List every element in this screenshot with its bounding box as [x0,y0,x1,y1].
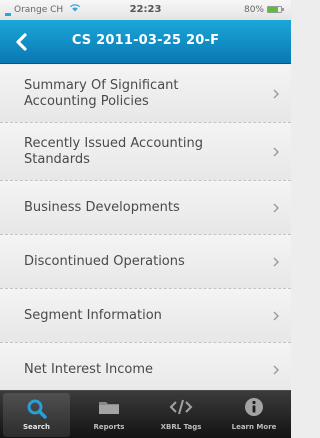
tab-reports[interactable]: Reports [73,391,145,438]
list-item-label: Discontinued Operations [24,253,185,269]
list-item-label: Net Interest Income [24,361,154,377]
chevron-right-icon [273,257,279,266]
tab-label: Search [22,423,51,431]
code-icon [169,399,193,415]
list-item[interactable]: Discontinued Operations [0,235,291,289]
tab-label: Reports [93,423,125,431]
list-item[interactable]: Net Interest Income [0,343,291,390]
battery-icon [267,6,284,13]
list-item-label: Recently Issued Accounting Standards [24,135,203,167]
list-item-label: Business Developments [24,199,180,215]
chevron-right-icon [273,147,279,156]
list-item[interactable]: Segment Information [0,289,291,343]
tab-learn-more[interactable]: Learn More [218,391,290,438]
status-bar: Orange CH 22:23 80% [0,0,291,20]
report-section-list: Summary Of Significant Accounting Polici… [0,65,291,390]
list-item[interactable]: Business Developments [0,181,291,235]
tab-label: XBRL Tags [160,423,202,431]
navigation-bar: CS 2011-03-25 20-F [0,20,291,64]
tab-search[interactable]: Search [3,393,70,437]
tab-bar: Search Reports XBRL Tags Learn More [0,390,291,438]
list-item-label: Summary Of Significant Accounting Polici… [24,77,179,109]
tab-label: Learn More [231,423,277,431]
list-item-label: Segment Information [24,307,162,323]
battery-percent: 80% [243,5,264,15]
chevron-right-icon [273,365,279,374]
tab-xbrl-tags[interactable]: XBRL Tags [145,391,217,438]
chevron-right-icon [273,311,279,320]
chevron-right-icon [273,203,279,212]
app-screen: Orange CH 22:23 80% CS 2011-03-25 20-F S… [0,0,291,438]
folder-icon [99,402,119,414]
chevron-right-icon [273,89,279,98]
search-icon [27,399,47,419]
info-icon [245,398,263,416]
list-item[interactable]: Recently Issued Accounting Standards [0,123,291,181]
list-item[interactable]: Summary Of Significant Accounting Polici… [0,65,291,123]
page-title: CS 2011-03-25 20-F [71,33,220,48]
